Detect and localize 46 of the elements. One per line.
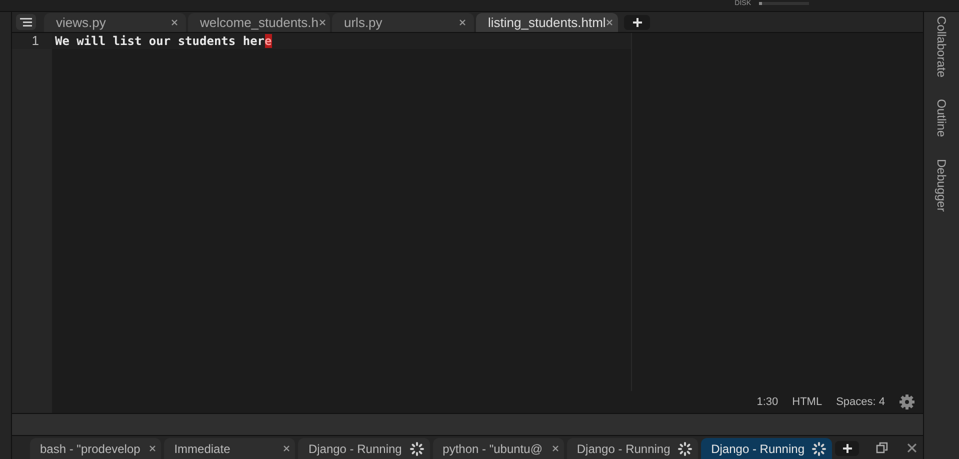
tab-label: bash - "prodevelop	[40, 440, 140, 458]
close-icon[interactable]	[907, 443, 918, 453]
line-number: 1	[12, 33, 52, 49]
console-tab[interactable]: bash - "prodevelop	[30, 438, 162, 459]
new-tab-button[interactable]	[835, 441, 860, 456]
tab-label: Django - Running	[711, 440, 804, 458]
close-icon[interactable]	[283, 445, 290, 452]
plus-icon	[842, 444, 852, 453]
spinner-icon	[408, 440, 425, 456]
file-list-button[interactable]	[16, 14, 36, 30]
tab-label: listing_students.html	[488, 14, 606, 32]
settings-icon[interactable]	[899, 394, 915, 410]
close-icon[interactable]	[606, 19, 613, 26]
close-icon[interactable]	[171, 19, 178, 26]
tab-label: Django - Running	[308, 440, 402, 458]
editor-tab[interactable]: urls.py	[332, 13, 474, 32]
spinner-icon	[677, 440, 694, 456]
editor-tab[interactable]: listing_students.html	[476, 13, 618, 32]
spinner-icon	[811, 440, 828, 456]
tab-label: views.py	[56, 14, 106, 32]
close-icon[interactable]	[459, 19, 466, 26]
plus-icon	[632, 18, 642, 27]
tab-label: Django - Running	[576, 440, 670, 458]
new-tab-button[interactable]	[624, 15, 650, 30]
console-tab[interactable]: Django - Running	[298, 438, 430, 459]
close-icon[interactable]	[552, 445, 559, 452]
language-mode[interactable]: HTML	[792, 394, 822, 410]
console-tab[interactable]: python - "ubuntu@	[432, 438, 564, 459]
window-restore-icon[interactable]	[876, 442, 888, 454]
cursor-position: 1:30	[756, 394, 778, 410]
tab-label: Immediate	[174, 440, 230, 458]
editor-tab[interactable]: welcome_students.h	[188, 13, 330, 32]
console-tab[interactable]: Immediate	[164, 438, 296, 459]
sidebar-tab[interactable]: Debugger	[932, 159, 950, 212]
console-tab[interactable]: Django - Running	[566, 438, 698, 459]
sidebar-tab[interactable]: Outline	[932, 99, 950, 138]
indent-setting[interactable]: Spaces: 4	[836, 394, 885, 410]
console-tab[interactable]: Django - Running	[701, 438, 832, 459]
tab-label: welcome_students.h	[200, 14, 319, 32]
tab-label: python - "ubuntu@	[442, 440, 542, 458]
sidebar-tab[interactable]: Collaborate	[932, 16, 950, 78]
list-icon	[20, 18, 32, 26]
close-icon[interactable]	[318, 19, 326, 26]
close-icon[interactable]	[149, 445, 156, 452]
editor-tab[interactable]: views.py	[44, 13, 186, 32]
tab-label: urls.py	[344, 14, 382, 32]
